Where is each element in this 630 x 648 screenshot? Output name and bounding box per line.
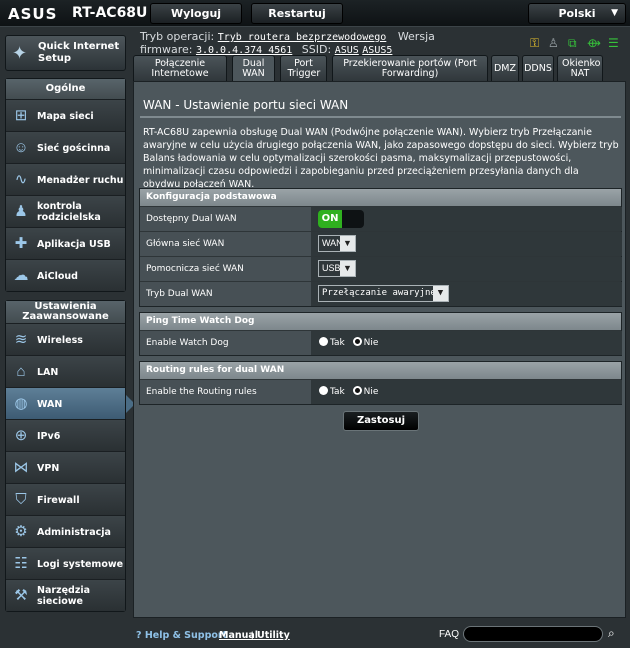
routing-yes-radio[interactable] — [319, 386, 328, 395]
system-log-icon: ☷ — [14, 555, 28, 572]
dual-wan-mode-select[interactable]: Przełączanie awaryjne ▼ — [318, 285, 449, 302]
chevron-down-icon: ▼ — [340, 236, 355, 251]
usb-icon[interactable]: ⟴ — [587, 36, 601, 50]
primary-wan-row: Główna sieć WAN WAN ▼ — [140, 231, 622, 256]
page-description: RT-AC68U zapewnia obsługę Dual WAN (Podw… — [143, 127, 619, 190]
tab-nat-passthrough[interactable]: Okienko NAT — [557, 55, 603, 81]
chevron-down-icon: ▼ — [611, 8, 618, 18]
tab-dmz[interactable]: DMZ — [491, 55, 519, 81]
page-title: WAN - Ustawienie portu sieci WAN — [143, 98, 349, 112]
routing-rules-header: Routing rules for dual WAN — [140, 362, 621, 379]
apply-button[interactable]: Zastosuj — [343, 411, 419, 431]
tab-dual-wan[interactable]: Dual WAN — [232, 55, 275, 81]
title-divider — [140, 116, 621, 118]
help-support-link[interactable]: ? Help & Support — [136, 630, 227, 641]
usb-app-icon: ✚ — [14, 235, 28, 252]
general-menu: Ogólne ⊞ Mapa sieci ☺ Sieć gościnna ∿ Me… — [5, 78, 126, 292]
network-map-icon: ⊞ — [14, 107, 28, 124]
basic-config-header: Konfiguracja podstawowa — [140, 189, 621, 206]
watchdog-section: Ping Time Watch Dog Enable Watch Dog Tak… — [139, 312, 622, 356]
help-icon: ? — [136, 630, 142, 641]
administration-icon: ⚙ — [14, 523, 28, 540]
sidebar-item-network-tools[interactable]: ⚒ Narzędzia sieciowe — [6, 579, 125, 611]
router-model: RT-AC68U — [72, 5, 148, 21]
wireless-icon: ≋ — [14, 331, 28, 348]
watchdog-header: Ping Time Watch Dog — [140, 313, 621, 330]
basic-config-section: Konfiguracja podstawowa Dostępny Dual WA… — [139, 188, 622, 307]
dual-wan-toggle[interactable]: ON — [318, 210, 364, 228]
advanced-menu: Ustawienia Zaawansowane ≋ Wireless ⌂ LAN… — [5, 300, 135, 612]
operation-mode-link[interactable]: Tryb routera bezprzewodowego — [218, 32, 387, 43]
watchdog-yes-radio[interactable] — [319, 337, 328, 346]
tab-port-forwarding[interactable]: Przekierowanie portów (Port Forwarding) — [332, 55, 488, 81]
parental-control-icon: ♟ — [14, 203, 28, 220]
utility-link[interactable]: Utility — [257, 630, 290, 641]
routing-no-radio[interactable] — [352, 386, 362, 395]
key-icon[interactable]: ⚿ — [530, 36, 539, 51]
asus-logo: ASUS — [8, 5, 58, 23]
clients-icon[interactable]: ♙ — [548, 36, 559, 50]
sidebar-item-ipv6[interactable]: ⊕ IPv6 — [6, 419, 125, 451]
operation-mode-line: Tryb operacji: Tryb routera bezprzewodow… — [140, 30, 435, 43]
sidebar-item-traffic-manager[interactable]: ∿ Menadżer ruchu — [6, 163, 125, 195]
general-menu-title: Ogólne — [6, 79, 125, 99]
top-bar: ASUS RT-AC68U Wyloguj Restartuj Polski ▼ — [0, 0, 630, 27]
ipv6-icon: ⊕ — [14, 427, 28, 444]
lan-icon: ⌂ — [16, 363, 26, 380]
faq-label: FAQ — [439, 629, 460, 640]
watchdog-row: Enable Watch Dog Tak Nie — [140, 330, 622, 355]
routing-rules-row: Enable the Routing rules Tak Nie — [140, 379, 622, 404]
search-icon[interactable]: ⌕ — [608, 626, 615, 641]
sidebar-item-parental-control[interactable]: ♟ kontrola rodzicielska — [6, 195, 125, 227]
language-value: Polski — [558, 7, 596, 20]
restart-button[interactable]: Restartuj — [251, 3, 343, 24]
vpn-icon: ⋈ — [13, 459, 29, 476]
faq-search-input[interactable] — [463, 626, 603, 642]
quick-internet-setup-button[interactable]: ✦ Quick Internet Setup — [5, 35, 126, 71]
primary-wan-select[interactable]: WAN ▼ — [318, 235, 356, 252]
sidebar-item-firewall[interactable]: ⛉ Firewall — [6, 483, 125, 515]
sidebar-item-vpn[interactable]: ⋈ VPN — [6, 451, 125, 483]
traffic-manager-icon: ∿ — [14, 171, 28, 188]
sidebar-item-system-log[interactable]: ☷ Logi systemowe — [6, 547, 125, 579]
sidebar-item-administration[interactable]: ⚙ Administracja — [6, 515, 125, 547]
dual-wan-mode-row: Tryb Dual WAN Przełączanie awaryjne ▼ — [140, 281, 622, 306]
tab-internet-connection[interactable]: Połączenie Internetowe — [133, 55, 227, 81]
tab-port-trigger[interactable]: Port Trigger — [280, 55, 327, 81]
guest-network-icon: ☺ — [13, 139, 29, 156]
advanced-menu-title: Ustawienia Zaawansowane — [6, 301, 125, 323]
sidebar-item-lan[interactable]: ⌂ LAN — [6, 355, 125, 387]
sidebar-item-wan[interactable]: ◍ WAN — [6, 387, 135, 419]
aicloud-icon: ☁ — [13, 267, 29, 284]
chevron-down-icon: ▼ — [433, 286, 448, 301]
tab-ddns[interactable]: DDNS — [522, 55, 554, 81]
watchdog-no-radio[interactable] — [352, 337, 362, 346]
sidebar-item-usb-app[interactable]: ✚ Aplikacja USB — [6, 227, 125, 259]
secondary-wan-select[interactable]: USB ▼ — [318, 260, 356, 277]
logout-button[interactable]: Wyloguj — [150, 3, 242, 24]
wand-icon: ✦ — [12, 43, 28, 63]
footer: ? Help & Support Manual | Utility FAQ ⌕ — [0, 622, 630, 648]
sidebar-item-wireless[interactable]: ≋ Wireless — [6, 323, 125, 355]
network-icon[interactable]: ⧉ — [568, 36, 577, 51]
dual-wan-row: Dostępny Dual WAN ON — [140, 206, 622, 231]
sidebar-item-aicloud[interactable]: ☁ AiCloud — [6, 259, 125, 291]
network-tools-icon: ⚒ — [14, 587, 28, 604]
sidebar-item-network-map[interactable]: ⊞ Mapa sieci — [6, 99, 125, 131]
menu-icon[interactable]: ☰ — [608, 36, 619, 50]
footer-separator: | — [251, 630, 254, 641]
language-select[interactable]: Polski ▼ — [528, 3, 626, 24]
status-icons: ⚿ ♙ ⧉ ⟴ ☰ — [530, 36, 626, 50]
sidebar-item-guest-network[interactable]: ☺ Sieć gościnna — [6, 131, 125, 163]
secondary-wan-row: Pomocnicza sieć WAN USB ▼ — [140, 256, 622, 281]
chevron-down-icon: ▼ — [340, 261, 355, 276]
wan-icon: ◍ — [14, 395, 28, 412]
main-panel: WAN - Ustawienie portu sieci WAN RT-AC68… — [133, 81, 626, 618]
routing-rules-section: Routing rules for dual WAN Enable the Ro… — [139, 361, 622, 405]
firewall-icon: ⛉ — [15, 491, 27, 508]
